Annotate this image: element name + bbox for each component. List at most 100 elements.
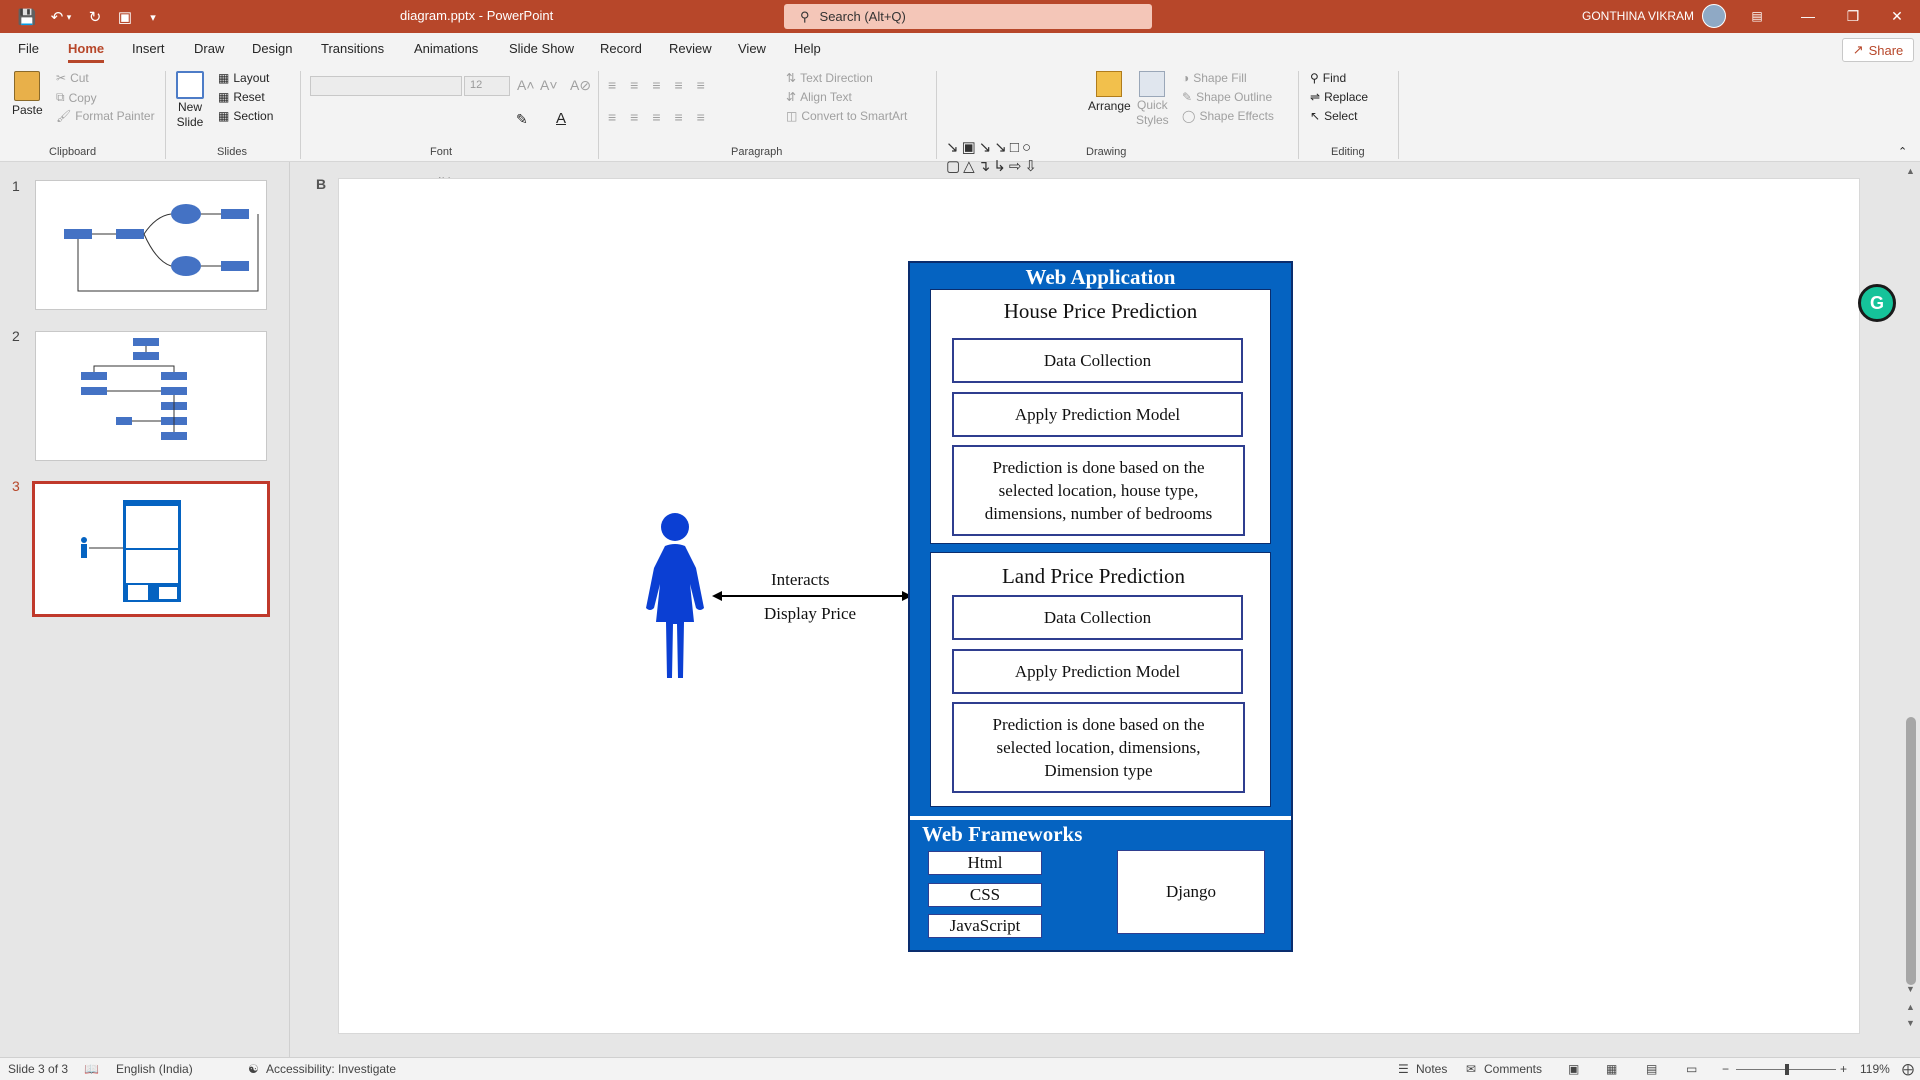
vertical-scrollbar[interactable]: ▲ ▼ ▲ ▼: [1902, 162, 1920, 1057]
normal-view-icon[interactable]: ▣: [1568, 1062, 1579, 1076]
present-icon[interactable]: ▣: [114, 6, 136, 28]
font-name-box[interactable]: [310, 76, 462, 96]
notes-button[interactable]: Notes: [1416, 1062, 1447, 1076]
restore-icon[interactable]: ❐: [1838, 4, 1868, 28]
cut-button[interactable]: ✂ Cut: [56, 71, 89, 85]
web-frameworks-title: Web Frameworks: [922, 822, 1083, 846]
shape-effects-button[interactable]: ◯ Shape Effects: [1182, 109, 1274, 123]
tab-transitions[interactable]: Transitions: [321, 41, 384, 56]
tab-design[interactable]: Design: [252, 41, 292, 56]
scrollbar-thumb[interactable]: [1906, 717, 1916, 985]
arrange-button[interactable]: Arrange: [1088, 71, 1131, 113]
select-button[interactable]: ↖ Select: [1310, 109, 1357, 123]
collapse-ribbon-icon[interactable]: ⌃: [1898, 145, 1907, 158]
zoom-level[interactable]: 119%: [1860, 1062, 1890, 1076]
scroll-down-icon[interactable]: ▼: [1906, 984, 1915, 994]
undo-dropdown-icon[interactable]: ▾: [62, 6, 76, 28]
minimize-icon[interactable]: —: [1793, 4, 1823, 28]
slide-thumbnail-3[interactable]: [32, 481, 270, 617]
share-button[interactable]: ↗ Share: [1842, 38, 1914, 62]
user-name[interactable]: GONTHINA VIKRAM: [1582, 9, 1694, 23]
slide-thumbnail-2[interactable]: [35, 331, 267, 461]
shrink-font-icon[interactable]: A˅: [540, 77, 558, 93]
land-data-collection[interactable]: Data Collection: [952, 595, 1243, 640]
reset-button[interactable]: ▦ Reset: [218, 90, 265, 104]
slide-sorter-icon[interactable]: ▦: [1606, 1062, 1617, 1076]
tab-animations[interactable]: Animations: [414, 41, 478, 56]
tab-slide-show[interactable]: Slide Show: [509, 41, 574, 56]
format-painter-button[interactable]: 🖌 Format Painter: [56, 109, 155, 123]
paste-button[interactable]: Paste: [12, 71, 43, 117]
customize-toolbar-icon[interactable]: ▾: [142, 6, 164, 28]
land-prediction-text[interactable]: Prediction is done based on the selected…: [952, 702, 1245, 793]
align-icons[interactable]: ≡≡≡≡≡: [608, 109, 719, 125]
clear-format-icon[interactable]: A⊘: [570, 77, 591, 94]
tab-draw[interactable]: Draw: [194, 41, 224, 56]
framework-django[interactable]: Django: [1117, 850, 1265, 934]
font-size-box[interactable]: 12: [464, 76, 510, 96]
framework-html[interactable]: Html: [928, 851, 1042, 875]
font-color-icon[interactable]: A: [556, 110, 566, 127]
language-indicator[interactable]: English (India): [116, 1062, 193, 1076]
save-icon[interactable]: 💾: [16, 6, 38, 28]
zoom-out-icon[interactable]: −: [1722, 1062, 1729, 1076]
tab-help[interactable]: Help: [794, 41, 821, 56]
house-price-box[interactable]: House Price Prediction Data Collection A…: [930, 289, 1271, 544]
list-icons[interactable]: ≡≡≡≡≡: [608, 77, 719, 93]
fit-slide-icon[interactable]: ⨁: [1902, 1062, 1914, 1076]
grow-font-icon[interactable]: A˄: [517, 77, 535, 93]
spelling-icon[interactable]: 📖: [84, 1062, 99, 1076]
previous-slide-icon[interactable]: ▲: [1906, 1002, 1915, 1012]
avatar[interactable]: [1702, 4, 1726, 28]
tab-record[interactable]: Record: [600, 41, 642, 56]
tab-view[interactable]: View: [738, 41, 766, 56]
zoom-slider-thumb[interactable]: [1785, 1064, 1789, 1075]
next-slide-icon[interactable]: ▼: [1906, 1018, 1915, 1028]
highlight-icon[interactable]: ✎: [516, 111, 528, 128]
ribbon-display-icon[interactable]: ▤: [1742, 4, 1772, 28]
convert-smartart-button[interactable]: ◫ Convert to SmartArt: [786, 109, 907, 123]
new-slide-button[interactable]: New Slide: [176, 71, 204, 129]
quick-styles-button[interactable]: Quick Styles: [1136, 71, 1169, 127]
tab-insert[interactable]: Insert: [132, 41, 165, 56]
layout-button[interactable]: ▦ Layout: [218, 71, 269, 85]
shape-fill-button[interactable]: ◑ Shape Fill: [1182, 71, 1247, 85]
close-icon[interactable]: ✕: [1882, 4, 1912, 28]
quick-styles-icon: [1139, 71, 1166, 97]
slide-thumbnail-1[interactable]: [35, 180, 267, 310]
section-button[interactable]: ▦ Section: [218, 109, 273, 123]
accessibility-status[interactable]: Accessibility: Investigate: [266, 1062, 396, 1076]
house-data-collection[interactable]: Data Collection: [952, 338, 1243, 383]
search-box[interactable]: ⚲ Search (Alt+Q): [784, 4, 1152, 29]
zoom-in-icon[interactable]: +: [1840, 1062, 1847, 1076]
web-application-box[interactable]: Web Application House Price Prediction D…: [908, 261, 1293, 952]
comments-button[interactable]: Comments: [1484, 1062, 1542, 1076]
grammarly-icon[interactable]: G: [1858, 284, 1896, 322]
framework-css[interactable]: CSS: [928, 883, 1042, 907]
tab-file[interactable]: File: [18, 41, 39, 56]
land-price-box[interactable]: Land Price Prediction Data Collection Ap…: [930, 552, 1271, 807]
section-divider: [910, 816, 1291, 820]
slideshow-icon[interactable]: ▭: [1686, 1062, 1697, 1076]
redo-icon[interactable]: ↻: [84, 6, 106, 28]
text-direction-button[interactable]: ⇅ Text Direction: [786, 71, 873, 85]
group-label-drawing: Drawing: [1086, 146, 1127, 158]
reading-view-icon[interactable]: ▤: [1646, 1062, 1657, 1076]
align-text-icon: ⇵: [786, 90, 797, 104]
bold-button[interactable]: B: [316, 176, 326, 192]
house-price-title: House Price Prediction: [1003, 299, 1198, 323]
land-apply-model[interactable]: Apply Prediction Model: [952, 649, 1243, 694]
copy-button[interactable]: ⧉ Copy: [56, 90, 97, 105]
align-text-button[interactable]: ⇵ Align Text: [786, 90, 852, 104]
find-button[interactable]: ⚲ Find: [1310, 71, 1346, 85]
section-icon: ▦: [218, 109, 230, 123]
thumbnail-preview: [64, 204, 259, 292]
house-prediction-text[interactable]: Prediction is done based on the selected…: [952, 445, 1245, 536]
scroll-up-icon[interactable]: ▲: [1906, 166, 1915, 176]
replace-button[interactable]: ⇌ Replace: [1310, 90, 1368, 104]
house-apply-model[interactable]: Apply Prediction Model: [952, 392, 1243, 437]
tab-home[interactable]: Home: [68, 41, 105, 63]
framework-javascript[interactable]: JavaScript: [928, 914, 1042, 938]
shape-outline-button[interactable]: ✎ Shape Outline: [1182, 90, 1272, 104]
tab-review[interactable]: Review: [669, 41, 712, 56]
